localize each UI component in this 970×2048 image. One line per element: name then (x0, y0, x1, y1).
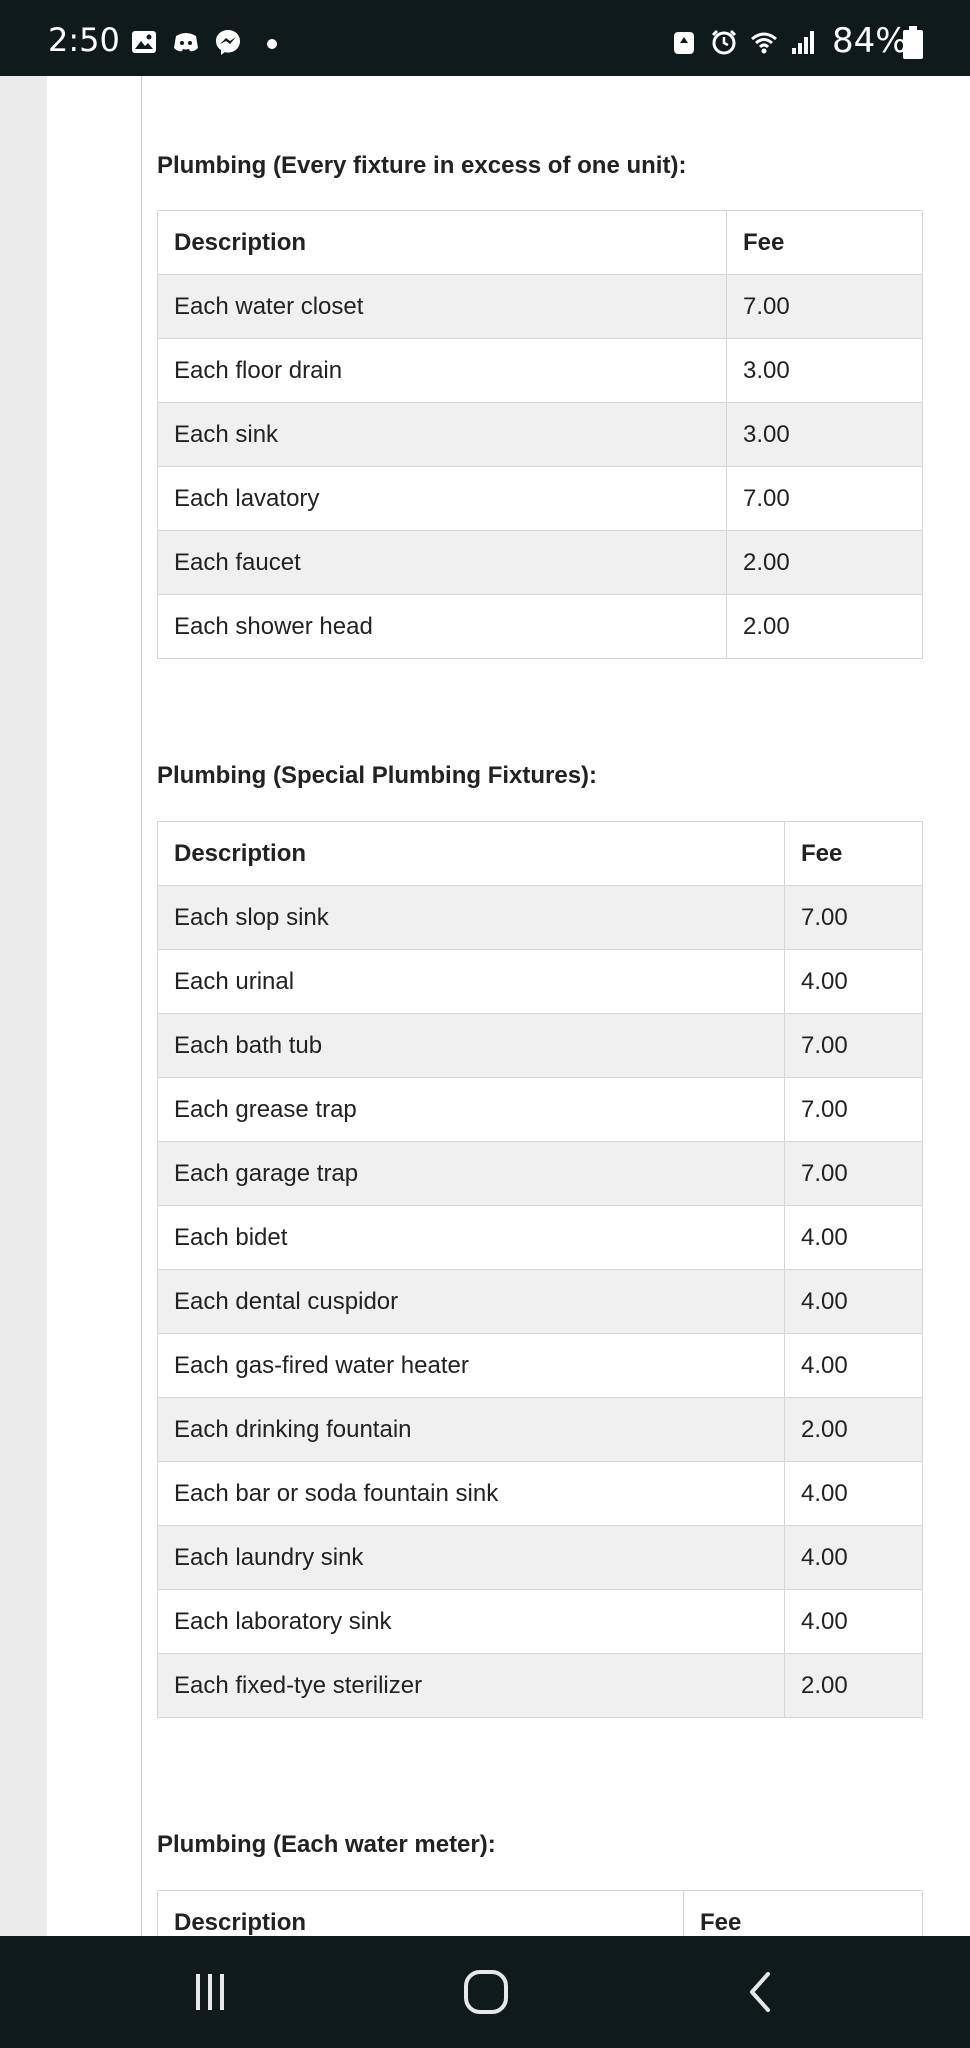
battery-saver-icon (674, 32, 694, 54)
row-description: Each water closet (157, 274, 727, 339)
table-row: Each urinal 4.00 (157, 949, 923, 1014)
section-title-water-meter: Plumbing (Each water meter): (157, 1831, 496, 1858)
row-description: Each grease trap (157, 1077, 785, 1142)
section-title-fixtures: Plumbing (Every fixture in excess of one… (157, 152, 687, 179)
row-fee: 2.00 (726, 594, 923, 659)
column-header-fee: Fee (784, 821, 923, 886)
row-fee: 7.00 (726, 274, 923, 339)
back-icon[interactable] (730, 1964, 790, 2020)
row-description: Each drinking fountain (157, 1397, 785, 1462)
row-description: Each laboratory sink (157, 1589, 785, 1654)
row-fee: 7.00 (784, 1141, 923, 1206)
row-description: Each sink (157, 402, 727, 467)
row-fee: 4.00 (784, 1461, 923, 1526)
row-description: Each fixed-tye sterilizer (157, 1653, 785, 1718)
row-description: Each garage trap (157, 1141, 785, 1206)
table-row: Each fixed-tye sterilizer 2.00 (157, 1653, 923, 1718)
signal-icon (792, 31, 814, 54)
row-fee: 2.00 (784, 1653, 923, 1718)
table-row: Each gas-fired water heater 4.00 (157, 1333, 923, 1398)
row-fee: 4.00 (784, 1589, 923, 1654)
gallery-icon (132, 31, 156, 53)
row-description: Each dental cuspidor (157, 1269, 785, 1334)
section-title-special-fixtures: Plumbing (Special Plumbing Fixtures): (157, 762, 598, 789)
row-description: Each shower head (157, 594, 727, 659)
table-row: Each grease trap 7.00 (157, 1077, 923, 1142)
system-navigation-bar (0, 1936, 970, 2048)
battery-icon (903, 26, 923, 59)
table-row: Each garage trap 7.00 (157, 1141, 923, 1206)
row-description: Each bidet (157, 1205, 785, 1270)
row-fee: 3.00 (726, 402, 923, 467)
row-fee: 3.00 (726, 338, 923, 403)
row-description: Each gas-fired water heater (157, 1333, 785, 1398)
column-header-description: Description (157, 210, 727, 275)
row-fee: 4.00 (784, 1525, 923, 1590)
row-description: Each bath tub (157, 1013, 785, 1078)
fee-table-special-fixtures: Description Fee Each slop sink 7.00 Each … (157, 821, 923, 1718)
row-fee: 2.00 (784, 1397, 923, 1462)
table-row: Each bath tub 7.00 (157, 1013, 923, 1078)
status-time: 2:50 (48, 21, 120, 59)
table-row: Each laundry sink 4.00 (157, 1525, 923, 1590)
battery-percent: 84% (832, 21, 908, 61)
row-fee: 7.00 (784, 885, 923, 950)
home-icon[interactable] (456, 1964, 516, 2020)
content-divider (141, 76, 142, 1936)
row-description: Each floor drain (157, 338, 727, 403)
table-row: Each water closet 7.00 (157, 274, 923, 339)
fee-table-fixtures: Description Fee Each water closet 7.00 Ea… (157, 210, 923, 659)
discord-icon (174, 33, 198, 52)
row-fee: 4.00 (784, 1269, 923, 1334)
table-header-row: Description Fee (157, 210, 923, 275)
row-description: Each lavatory (157, 466, 727, 531)
column-header-fee: Fee (726, 210, 923, 275)
row-description: Each bar or soda fountain sink (157, 1461, 785, 1526)
alarm-icon (711, 29, 737, 55)
table-row: Each dental cuspidor 4.00 (157, 1269, 923, 1334)
table-row: Each bar or soda fountain sink 4.00 (157, 1461, 923, 1526)
dot-icon (267, 39, 277, 49)
table-row: Each lavatory 7.00 (157, 466, 923, 531)
row-fee: 4.00 (784, 949, 923, 1014)
table-row: Each floor drain 3.00 (157, 338, 923, 403)
recent-apps-icon[interactable] (180, 1964, 240, 2020)
messenger-icon (216, 30, 240, 55)
table-row: Each drinking fountain 2.00 (157, 1397, 923, 1462)
table-header-row: Description Fee (157, 821, 923, 886)
row-description: Each laundry sink (157, 1525, 785, 1590)
row-description: Each faucet (157, 530, 727, 595)
table-row: Each shower head 2.00 (157, 594, 923, 659)
table-row: Each sink 3.00 (157, 402, 923, 467)
table-row: Each slop sink 7.00 (157, 885, 923, 950)
row-fee: 7.00 (726, 466, 923, 531)
row-description: Each urinal (157, 949, 785, 1014)
status-bar: 2:50 84% (0, 0, 970, 76)
table-row: Each faucet 2.00 (157, 530, 923, 595)
row-fee: 2.00 (726, 530, 923, 595)
wifi-icon (751, 32, 777, 54)
row-fee: 4.00 (784, 1205, 923, 1270)
row-description: Each slop sink (157, 885, 785, 950)
row-fee: 7.00 (784, 1077, 923, 1142)
table-row: Each laboratory sink 4.00 (157, 1589, 923, 1654)
row-fee: 4.00 (784, 1333, 923, 1398)
left-margin (0, 76, 47, 1936)
table-row: Each bidet 4.00 (157, 1205, 923, 1270)
row-fee: 7.00 (784, 1013, 923, 1078)
column-header-description: Description (157, 821, 785, 886)
